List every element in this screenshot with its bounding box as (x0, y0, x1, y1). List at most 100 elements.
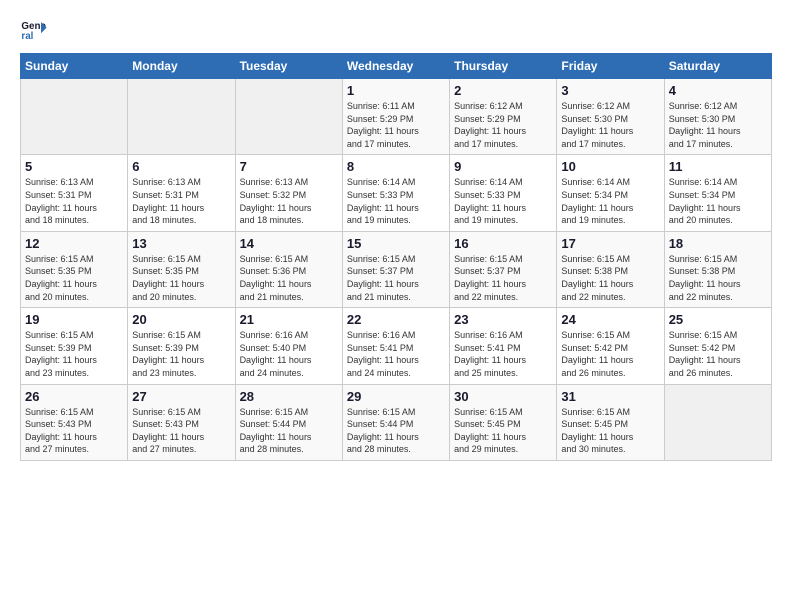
header-day-thursday: Thursday (450, 54, 557, 79)
calendar-cell: 14Sunrise: 6:15 AM Sunset: 5:36 PM Dayli… (235, 231, 342, 307)
calendar-page: Gene ral SundayMondayTuesdayWednesdayThu… (0, 0, 792, 612)
day-info: Sunrise: 6:14 AM Sunset: 5:34 PM Dayligh… (669, 176, 767, 226)
day-info: Sunrise: 6:15 AM Sunset: 5:39 PM Dayligh… (132, 329, 230, 379)
header-day-tuesday: Tuesday (235, 54, 342, 79)
calendar-cell: 16 Sunrise: 6:15 AM Sunset: 5:37 PM Dayli… (450, 231, 557, 307)
day-info: Sunrise: 6:15 AM Sunset: 5:35 PM Dayligh… (132, 253, 230, 303)
calendar-cell: 26 Sunrise: 6:15 AM Sunset: 5:43 PM Dayli… (21, 384, 128, 460)
calendar-cell: 22 Sunrise: 6:16 AM Sunset: 5:41 PM Dayli… (342, 308, 449, 384)
header-day-monday: Monday (128, 54, 235, 79)
week-row-1: 1 Sunrise: 6:11 AM Sunset: 5:29 PM Daylig… (21, 79, 772, 155)
day-info: Sunrise: 6:15 AM Sunset: 5:38 PM Dayligh… (669, 253, 767, 303)
day-number: 21 (240, 312, 338, 327)
day-number: 25 (669, 312, 767, 327)
week-row-5: 26 Sunrise: 6:15 AM Sunset: 5:43 PM Dayli… (21, 384, 772, 460)
calendar-cell (128, 79, 235, 155)
day-info: Sunrise: 6:15 AM Sunset: 5:37 PM Dayligh… (454, 253, 552, 303)
logo-icon: Gene ral (20, 15, 48, 43)
day-number: 18 (669, 236, 767, 251)
day-number: 9 (454, 159, 552, 174)
day-number: 30 (454, 389, 552, 404)
calendar-body: 1 Sunrise: 6:11 AM Sunset: 5:29 PM Daylig… (21, 79, 772, 461)
day-info: Sunrise: 6:15 AM Sunset: 5:35 PM Dayligh… (25, 253, 123, 303)
calendar-header: SundayMondayTuesdayWednesdayThursdayFrid… (21, 54, 772, 79)
header-day-wednesday: Wednesday (342, 54, 449, 79)
header-day-sunday: Sunday (21, 54, 128, 79)
day-number: 29 (347, 389, 445, 404)
day-info: Sunrise: 6:15 AM Sunset: 5:44 PM Dayligh… (240, 406, 338, 456)
calendar-cell: 24 Sunrise: 6:15 AM Sunset: 5:42 PM Dayli… (557, 308, 664, 384)
calendar-cell: 2Sunrise: 6:12 AM Sunset: 5:29 PM Daylig… (450, 79, 557, 155)
day-number: 20 (132, 312, 230, 327)
header-row: SundayMondayTuesdayWednesdayThursdayFrid… (21, 54, 772, 79)
day-number: 6 (132, 159, 230, 174)
calendar-cell: 10Sunrise: 6:14 AM Sunset: 5:34 PM Dayli… (557, 155, 664, 231)
svg-text:ral: ral (21, 31, 33, 42)
calendar-cell: 12 Sunrise: 6:15 AM Sunset: 5:35 PM Dayli… (21, 231, 128, 307)
day-number: 16 (454, 236, 552, 251)
day-info: Sunrise: 6:16 AM Sunset: 5:41 PM Dayligh… (454, 329, 552, 379)
day-number: 23 (454, 312, 552, 327)
calendar-cell: 7 Sunrise: 6:13 AM Sunset: 5:32 PM Daylig… (235, 155, 342, 231)
calendar-cell: 6 Sunrise: 6:13 AM Sunset: 5:31 PM Daylig… (128, 155, 235, 231)
calendar-cell (235, 79, 342, 155)
day-number: 5 (25, 159, 123, 174)
day-info: Sunrise: 6:15 AM Sunset: 5:42 PM Dayligh… (561, 329, 659, 379)
day-info: Sunrise: 6:15 AM Sunset: 5:38 PM Dayligh… (561, 253, 659, 303)
day-number: 12 (25, 236, 123, 251)
calendar-cell: 3Sunrise: 6:12 AM Sunset: 5:30 PM Daylig… (557, 79, 664, 155)
day-number: 24 (561, 312, 659, 327)
calendar-cell: 28 Sunrise: 6:15 AM Sunset: 5:44 PM Dayli… (235, 384, 342, 460)
day-number: 26 (25, 389, 123, 404)
day-number: 15 (347, 236, 445, 251)
day-number: 1 (347, 83, 445, 98)
day-number: 8 (347, 159, 445, 174)
day-info: Sunrise: 6:11 AM Sunset: 5:29 PM Dayligh… (347, 100, 445, 150)
logo: Gene ral (20, 15, 52, 43)
day-number: 7 (240, 159, 338, 174)
day-number: 13 (132, 236, 230, 251)
calendar-cell: 9 Sunrise: 6:14 AM Sunset: 5:33 PM Daylig… (450, 155, 557, 231)
calendar-cell: 30Sunrise: 6:15 AM Sunset: 5:45 PM Dayli… (450, 384, 557, 460)
calendar-cell: 18 Sunrise: 6:15 AM Sunset: 5:38 PM Dayli… (664, 231, 771, 307)
calendar-cell: 31 Sunrise: 6:15 AM Sunset: 5:45 PM Dayli… (557, 384, 664, 460)
calendar-table: SundayMondayTuesdayWednesdayThursdayFrid… (20, 53, 772, 461)
calendar-cell: 20 Sunrise: 6:15 AM Sunset: 5:39 PM Dayli… (128, 308, 235, 384)
calendar-cell (21, 79, 128, 155)
day-info: Sunrise: 6:13 AM Sunset: 5:31 PM Dayligh… (132, 176, 230, 226)
day-info: Sunrise: 6:15 AM Sunset: 5:43 PM Dayligh… (25, 406, 123, 456)
day-info: Sunrise: 6:12 AM Sunset: 5:30 PM Dayligh… (669, 100, 767, 150)
calendar-cell: 23 Sunrise: 6:16 AM Sunset: 5:41 PM Dayli… (450, 308, 557, 384)
day-info: Sunrise: 6:15 AM Sunset: 5:39 PM Dayligh… (25, 329, 123, 379)
calendar-cell: 4Sunrise: 6:12 AM Sunset: 5:30 PM Daylig… (664, 79, 771, 155)
day-info: Sunrise: 6:13 AM Sunset: 5:31 PM Dayligh… (25, 176, 123, 226)
week-row-3: 12 Sunrise: 6:15 AM Sunset: 5:35 PM Dayli… (21, 231, 772, 307)
day-info: Sunrise: 6:15 AM Sunset: 5:43 PM Dayligh… (132, 406, 230, 456)
day-number: 28 (240, 389, 338, 404)
day-info: Sunrise: 6:14 AM Sunset: 5:33 PM Dayligh… (454, 176, 552, 226)
calendar-cell: 17Sunrise: 6:15 AM Sunset: 5:38 PM Dayli… (557, 231, 664, 307)
day-info: Sunrise: 6:15 AM Sunset: 5:44 PM Dayligh… (347, 406, 445, 456)
day-number: 19 (25, 312, 123, 327)
day-info: Sunrise: 6:16 AM Sunset: 5:40 PM Dayligh… (240, 329, 338, 379)
day-number: 3 (561, 83, 659, 98)
week-row-2: 5 Sunrise: 6:13 AM Sunset: 5:31 PM Daylig… (21, 155, 772, 231)
calendar-cell: 11 Sunrise: 6:14 AM Sunset: 5:34 PM Dayli… (664, 155, 771, 231)
day-info: Sunrise: 6:15 AM Sunset: 5:36 PM Dayligh… (240, 253, 338, 303)
day-number: 31 (561, 389, 659, 404)
day-info: Sunrise: 6:16 AM Sunset: 5:41 PM Dayligh… (347, 329, 445, 379)
day-number: 11 (669, 159, 767, 174)
calendar-cell: 25Sunrise: 6:15 AM Sunset: 5:42 PM Dayli… (664, 308, 771, 384)
day-info: Sunrise: 6:13 AM Sunset: 5:32 PM Dayligh… (240, 176, 338, 226)
day-number: 27 (132, 389, 230, 404)
calendar-cell: 1 Sunrise: 6:11 AM Sunset: 5:29 PM Daylig… (342, 79, 449, 155)
week-row-4: 19 Sunrise: 6:15 AM Sunset: 5:39 PM Dayli… (21, 308, 772, 384)
header-day-friday: Friday (557, 54, 664, 79)
calendar-cell: 5 Sunrise: 6:13 AM Sunset: 5:31 PM Daylig… (21, 155, 128, 231)
day-info: Sunrise: 6:15 AM Sunset: 5:45 PM Dayligh… (561, 406, 659, 456)
day-info: Sunrise: 6:14 AM Sunset: 5:34 PM Dayligh… (561, 176, 659, 226)
day-info: Sunrise: 6:14 AM Sunset: 5:33 PM Dayligh… (347, 176, 445, 226)
day-number: 22 (347, 312, 445, 327)
day-info: Sunrise: 6:12 AM Sunset: 5:29 PM Dayligh… (454, 100, 552, 150)
calendar-cell: 8 Sunrise: 6:14 AM Sunset: 5:33 PM Daylig… (342, 155, 449, 231)
